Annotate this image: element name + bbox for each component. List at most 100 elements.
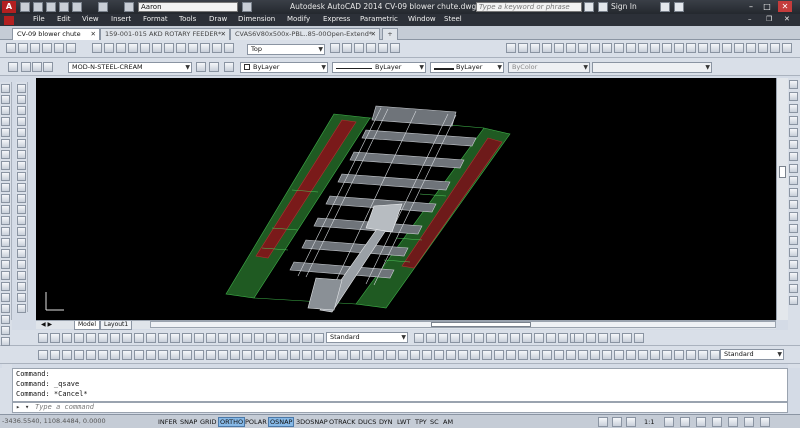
dimension-tool-icon[interactable] xyxy=(638,350,648,360)
styles-tool-icon[interactable] xyxy=(510,333,520,343)
styles-tool-icon[interactable] xyxy=(534,333,544,343)
standard-tool-icon[interactable] xyxy=(590,43,600,53)
tab-close-icon[interactable]: ✕ xyxy=(371,29,376,39)
styles-tool-icon[interactable] xyxy=(122,333,132,343)
styles-tool-icon[interactable] xyxy=(558,333,568,343)
tab-layout1[interactable]: Layout1 xyxy=(100,321,133,330)
modify-tool-icon[interactable] xyxy=(17,271,26,280)
right-tool-icon[interactable] xyxy=(789,140,798,149)
toggle-am[interactable]: AM xyxy=(441,417,455,427)
menu-file[interactable]: File xyxy=(33,15,45,23)
menu-express[interactable]: Express xyxy=(323,15,350,23)
right-tool-icon[interactable] xyxy=(789,212,798,221)
right-tool-icon[interactable] xyxy=(789,104,798,113)
styles-tool-icon[interactable] xyxy=(586,333,596,343)
standard-tool-icon[interactable] xyxy=(6,43,16,53)
view-select[interactable]: Top ▼ xyxy=(247,44,325,55)
draw-tool-icon[interactable] xyxy=(1,205,10,214)
draw-tool-icon[interactable] xyxy=(1,326,10,335)
standard-tool-icon[interactable] xyxy=(626,43,636,53)
undo-icon[interactable] xyxy=(72,2,82,12)
sign-in-link[interactable]: Sign In xyxy=(611,2,637,11)
dimension-tool-icon[interactable] xyxy=(446,350,456,360)
draw-tool-icon[interactable] xyxy=(1,227,10,236)
help-icon[interactable] xyxy=(674,2,684,12)
redo-icon[interactable] xyxy=(98,2,108,12)
standard-tool-icon[interactable] xyxy=(18,43,28,53)
styles-tool-icon[interactable] xyxy=(546,333,556,343)
right-tool-icon[interactable] xyxy=(789,92,798,101)
modify-tool-icon[interactable] xyxy=(17,260,26,269)
standard-tool-icon[interactable] xyxy=(782,43,792,53)
draw-tool-icon[interactable] xyxy=(1,282,10,291)
modify-tool-icon[interactable] xyxy=(17,117,26,126)
toggle-grid[interactable]: GRID xyxy=(198,417,218,427)
dimension-tool-icon[interactable] xyxy=(614,350,624,360)
standard-tool-icon[interactable] xyxy=(330,43,340,53)
standard-tool-icon[interactable] xyxy=(674,43,684,53)
standard-tool-icon[interactable] xyxy=(354,43,364,53)
styles-tool-icon[interactable] xyxy=(414,333,424,343)
tab-cv09[interactable]: CV-09 blower chute ✕ xyxy=(12,28,100,40)
blank-select[interactable]: ▼ xyxy=(592,62,712,73)
draw-tool-icon[interactable] xyxy=(1,150,10,159)
styles-tool-icon[interactable] xyxy=(230,333,240,343)
dimension-tool-icon[interactable] xyxy=(554,350,564,360)
styles-tool-icon[interactable] xyxy=(474,333,484,343)
styles-tool-icon[interactable] xyxy=(598,333,608,343)
styles-tool-icon[interactable] xyxy=(98,333,108,343)
dimension-tool-icon[interactable] xyxy=(398,350,408,360)
toggle-osnap[interactable]: OSNAP xyxy=(268,417,295,427)
dimension-tool-icon[interactable] xyxy=(458,350,468,360)
layer-state-icon[interactable] xyxy=(224,62,234,72)
right-tool-icon[interactable] xyxy=(789,248,798,257)
draw-tool-icon[interactable] xyxy=(1,315,10,324)
lineweight-select[interactable]: ByLayer ▼ xyxy=(430,62,504,73)
dimension-tool-icon[interactable] xyxy=(698,350,708,360)
standard-tool-icon[interactable] xyxy=(92,43,102,53)
styles-tool-icon[interactable] xyxy=(170,333,180,343)
draw-tool-icon[interactable] xyxy=(1,183,10,192)
standard-tool-icon[interactable] xyxy=(722,43,732,53)
dimension-tool-icon[interactable] xyxy=(170,350,180,360)
dimension-tool-icon[interactable] xyxy=(650,350,660,360)
right-tool-icon[interactable] xyxy=(789,164,798,173)
user-icon[interactable] xyxy=(598,2,608,12)
tab-close-icon[interactable]: ✕ xyxy=(91,29,96,39)
draw-tool-icon[interactable] xyxy=(1,249,10,258)
draw-tool-icon[interactable] xyxy=(1,260,10,269)
new-icon[interactable] xyxy=(20,2,30,12)
styles-tool-icon[interactable] xyxy=(146,333,156,343)
menu-modify[interactable]: Modify xyxy=(287,15,310,23)
standard-tool-icon[interactable] xyxy=(164,43,174,53)
make-current-layer-icon[interactable] xyxy=(196,62,206,72)
standard-tool-icon[interactable] xyxy=(66,43,76,53)
text-style-select[interactable]: Standard ▼ xyxy=(326,332,408,343)
status-menu-icon[interactable] xyxy=(744,417,754,427)
styles-tool-icon[interactable] xyxy=(62,333,72,343)
dimension-tool-icon[interactable] xyxy=(230,350,240,360)
modify-tool-icon[interactable] xyxy=(17,238,26,247)
standard-tool-icon[interactable] xyxy=(734,43,744,53)
dimension-tool-icon[interactable] xyxy=(182,350,192,360)
draw-tool-icon[interactable] xyxy=(1,161,10,170)
modify-tool-icon[interactable] xyxy=(17,161,26,170)
draw-tool-icon[interactable] xyxy=(1,172,10,181)
dimension-tool-icon[interactable] xyxy=(434,350,444,360)
styles-tool-icon[interactable] xyxy=(50,333,60,343)
styles-tool-icon[interactable] xyxy=(462,333,472,343)
modify-tool-icon[interactable] xyxy=(17,128,26,137)
standard-tool-icon[interactable] xyxy=(758,43,768,53)
dimension-tool-icon[interactable] xyxy=(38,350,48,360)
save-icon[interactable] xyxy=(46,2,56,12)
dimension-tool-icon[interactable] xyxy=(134,350,144,360)
quick-view-icon[interactable] xyxy=(612,417,622,427)
minimize-icon[interactable]: – xyxy=(744,1,758,12)
right-tool-icon[interactable] xyxy=(789,272,798,281)
standard-tool-icon[interactable] xyxy=(128,43,138,53)
dimension-tool-icon[interactable] xyxy=(578,350,588,360)
toggle-otrack[interactable]: OTRACK xyxy=(327,417,357,427)
standard-tool-icon[interactable] xyxy=(710,43,720,53)
draw-tool-icon[interactable] xyxy=(1,337,10,346)
styles-tool-icon[interactable] xyxy=(110,333,120,343)
